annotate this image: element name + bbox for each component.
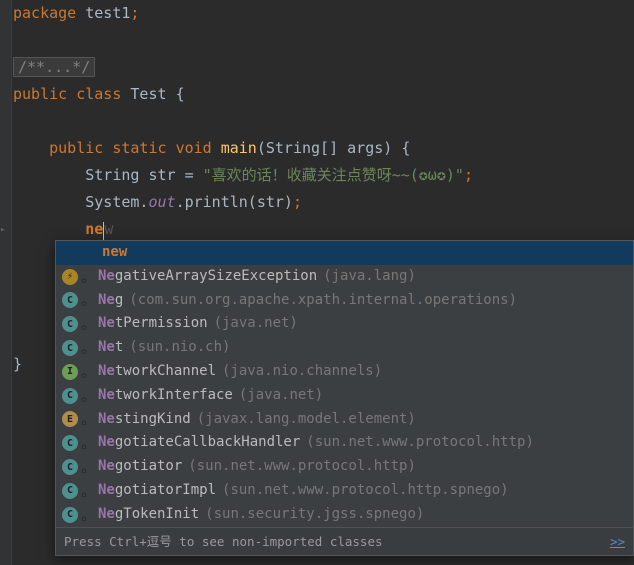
kind-badge-icon: C: [62, 340, 78, 356]
visibility-icon: ◦: [80, 437, 92, 449]
suggestion-item[interactable]: C◦ NegTokenInit(sun.security.jgss.spnego): [56, 503, 633, 527]
footer-hint: Press Ctrl+逗号 to see non-imported classe…: [64, 531, 383, 552]
suggestion-item[interactable]: C◦ Negotiator(sun.net.www.protocol.http): [56, 455, 633, 479]
suggestion-label: NegotiatorImpl: [98, 479, 216, 503]
package-name: test1: [85, 4, 130, 22]
kind-badge-icon: C: [62, 388, 78, 404]
suggestion-package: (java.lang): [323, 265, 416, 289]
visibility-icon: ◦: [80, 390, 92, 402]
suggestion-package: (sun.security.jgss.spnego): [205, 503, 424, 527]
kind-badge-icon: C: [62, 459, 78, 475]
suggestion-package: (sun.nio.ch): [129, 336, 230, 360]
class-name: Test: [130, 85, 166, 103]
suggestion-label: NegotiateCallbackHandler: [98, 431, 300, 455]
suggestion-package: (java.nio.channels): [222, 360, 382, 384]
suggestion-item[interactable]: C◦ NegotiateCallbackHandler(sun.net.www.p…: [56, 431, 633, 455]
suggestion-item[interactable]: ⚡◦ NegativeArraySizeException(java.lang): [56, 265, 633, 289]
suggestion-package: (sun.net.www.protocol.http.spnego): [222, 479, 509, 503]
suggestion-label: NetPermission: [98, 312, 208, 336]
keyword-class: class: [76, 85, 121, 103]
visibility-icon: ◦: [80, 318, 92, 330]
footer-expand-link[interactable]: >>: [610, 531, 625, 552]
autocomplete-popup[interactable]: new ⚡◦NegativeArraySizeException(java.la…: [55, 240, 634, 556]
kind-badge-icon: E: [62, 411, 78, 427]
typed-text: ne: [85, 220, 103, 238]
suggestion-label: NetworkChannel: [98, 360, 216, 384]
suggestion-package: (javax.lang.model.element): [197, 408, 416, 432]
folded-doc-comment[interactable]: /**...*/: [13, 57, 95, 77]
method-main: main: [221, 139, 257, 157]
suggestion-label: NestingKind: [98, 408, 191, 432]
visibility-icon: ◦: [80, 509, 92, 521]
suggestion-item[interactable]: C◦ Neg(com.sun.org.apache.xpath.internal.…: [56, 289, 633, 313]
visibility-icon: ◦: [80, 366, 92, 378]
visibility-icon: ◦: [80, 342, 92, 354]
suggestion-package: (sun.net.www.protocol.http): [188, 455, 416, 479]
keyword-package: package: [13, 4, 76, 22]
keyword-public: public: [13, 85, 67, 103]
suggestion-label: NetworkInterface: [98, 384, 233, 408]
kind-badge-icon: C: [62, 292, 78, 308]
suggestion-label: Negotiator: [98, 455, 182, 479]
editor-gutter: ▸: [0, 0, 12, 565]
suggestion-item[interactable]: C◦ NetworkInterface(java.net): [56, 384, 633, 408]
visibility-icon: ◦: [80, 461, 92, 473]
suggestion-item[interactable]: E◦ NestingKind(javax.lang.model.element): [56, 408, 633, 432]
suggestion-label: NegativeArraySizeException: [98, 265, 317, 289]
visibility-icon: ◦: [80, 485, 92, 497]
string-literal: "喜欢的话！收藏关注点赞呀~~(✪ω✪)": [203, 166, 464, 184]
suggestion-keyword-new[interactable]: new: [56, 241, 633, 265]
visibility-icon: ◦: [80, 294, 92, 306]
kind-badge-icon: I: [62, 364, 78, 380]
visibility-icon: ◦: [80, 271, 92, 283]
suggestion-package: (java.net): [239, 384, 323, 408]
kind-badge-icon: C: [62, 316, 78, 332]
kind-badge-icon: ⚡: [62, 269, 78, 285]
gutter-mark-icon: ▸: [0, 222, 10, 232]
suggestion-label: NegTokenInit: [98, 503, 199, 527]
suggestion-label: Neg: [98, 289, 123, 313]
kind-badge-icon: C: [62, 507, 78, 523]
suggestion-item[interactable]: I◦ NetworkChannel(java.nio.channels): [56, 360, 633, 384]
kind-badge-icon: C: [62, 483, 78, 499]
popup-footer: Press Ctrl+逗号 to see non-imported classe…: [56, 527, 633, 555]
kind-badge-icon: C: [62, 435, 78, 451]
suggestion-package: (java.net): [214, 312, 298, 336]
suggestion-item[interactable]: C◦ Net(sun.nio.ch): [56, 336, 633, 360]
suggestion-package: (sun.net.www.protocol.http): [306, 431, 534, 455]
field-out: out: [148, 193, 175, 211]
suggestion-package: (com.sun.org.apache.xpath.internal.opera…: [129, 289, 517, 313]
string-decl: String str =: [85, 166, 202, 184]
suggestion-label: Net: [98, 336, 123, 360]
suggestion-item[interactable]: C◦ NetPermission(java.net): [56, 312, 633, 336]
visibility-icon: ◦: [80, 413, 92, 425]
suggestion-item[interactable]: C◦ NegotiatorImpl(sun.net.www.protocol.ht…: [56, 479, 633, 503]
